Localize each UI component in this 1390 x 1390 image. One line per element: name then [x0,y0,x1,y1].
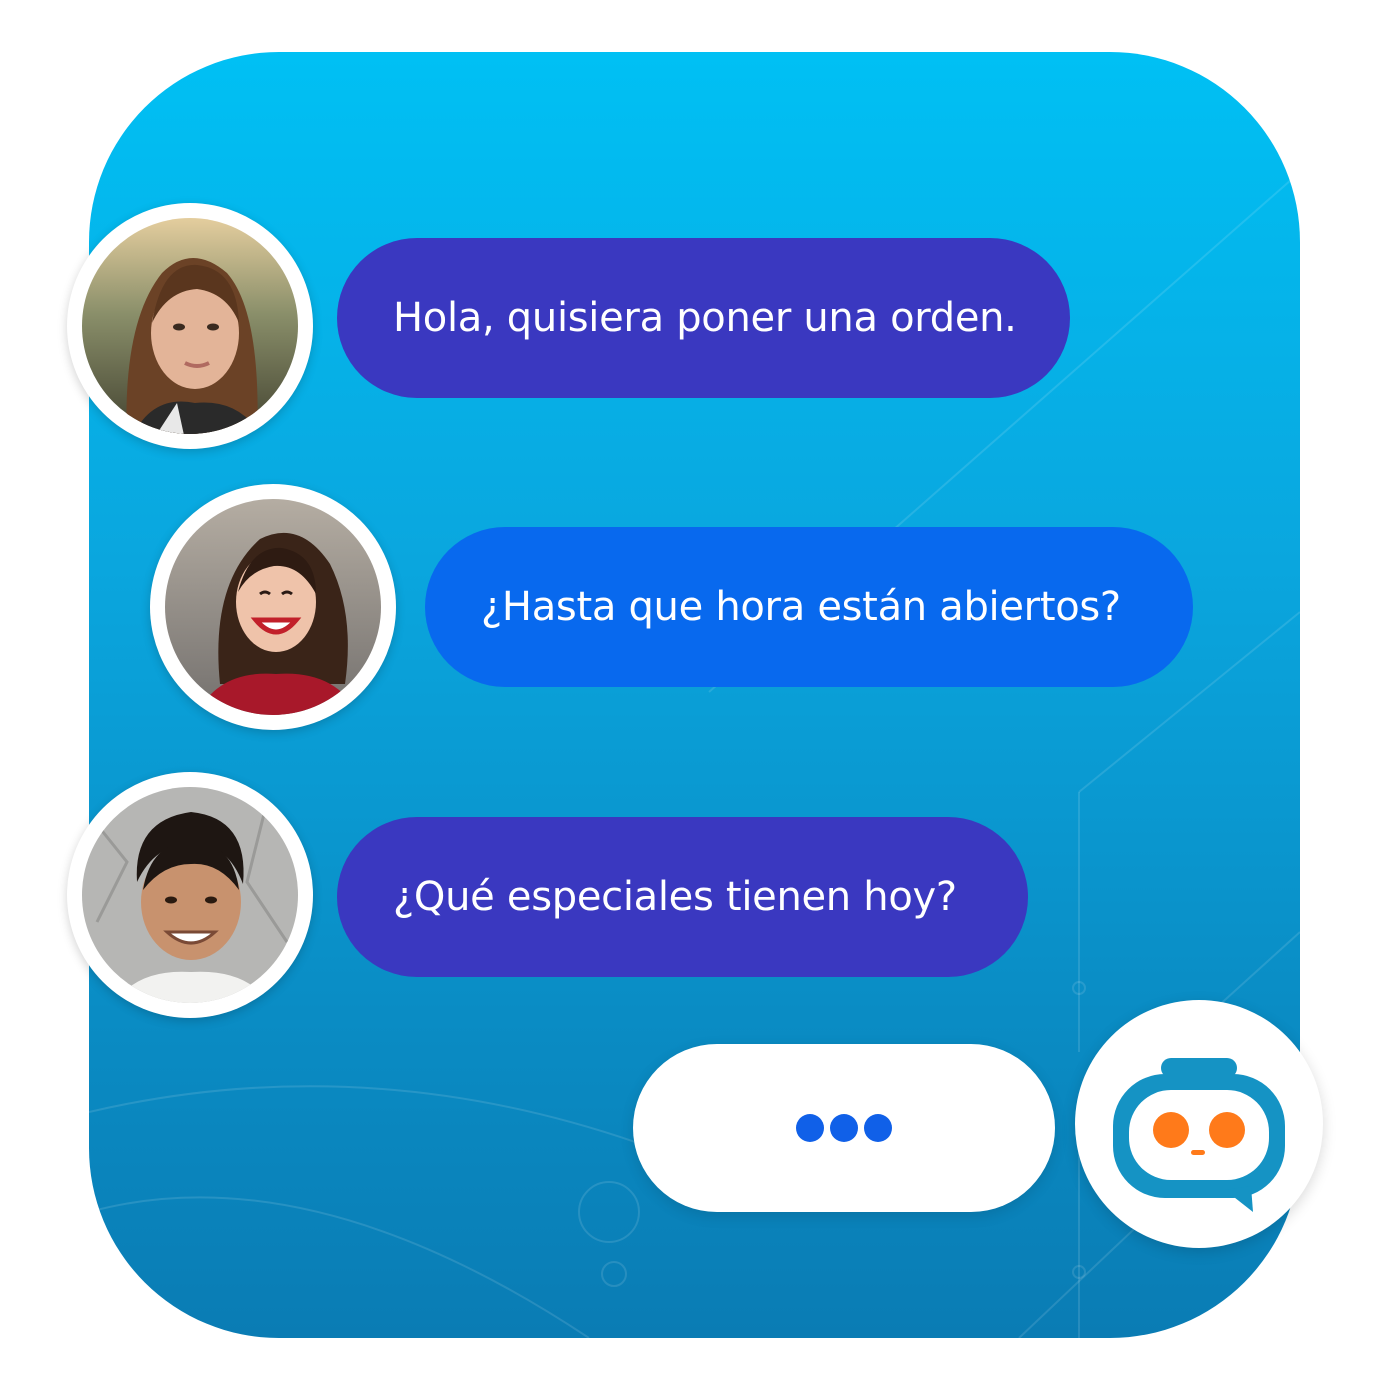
bot-avatar [1075,1000,1323,1248]
message-bubble-3: ¿Qué especiales tienen hoy? [337,817,1028,977]
woman-smiling-portrait-icon [165,499,381,715]
avatar-user-1 [67,203,313,449]
message-bubble-2: ¿Hasta que hora están abiertos? [425,527,1193,687]
avatar-user-2 [150,484,396,730]
avatar-user-3 [67,772,313,1018]
message-text-2: ¿Hasta que hora están abiertos? [481,584,1121,630]
robot-icon [1113,1058,1285,1212]
message-text-3: ¿Qué especiales tienen hoy? [393,874,957,920]
woman-portrait-icon [82,218,298,434]
typing-dot-icon [864,1114,892,1142]
typing-indicator-bubble [633,1044,1055,1212]
message-bubble-1: Hola, quisiera poner una orden. [337,238,1070,398]
message-text-1: Hola, quisiera poner una orden. [393,295,1017,341]
chat-illustration: Hola, quisiera poner una orden. ¿Hasta q… [0,0,1390,1390]
man-portrait-icon [82,787,298,1003]
typing-dot-icon [796,1114,824,1142]
typing-dot-icon [830,1114,858,1142]
